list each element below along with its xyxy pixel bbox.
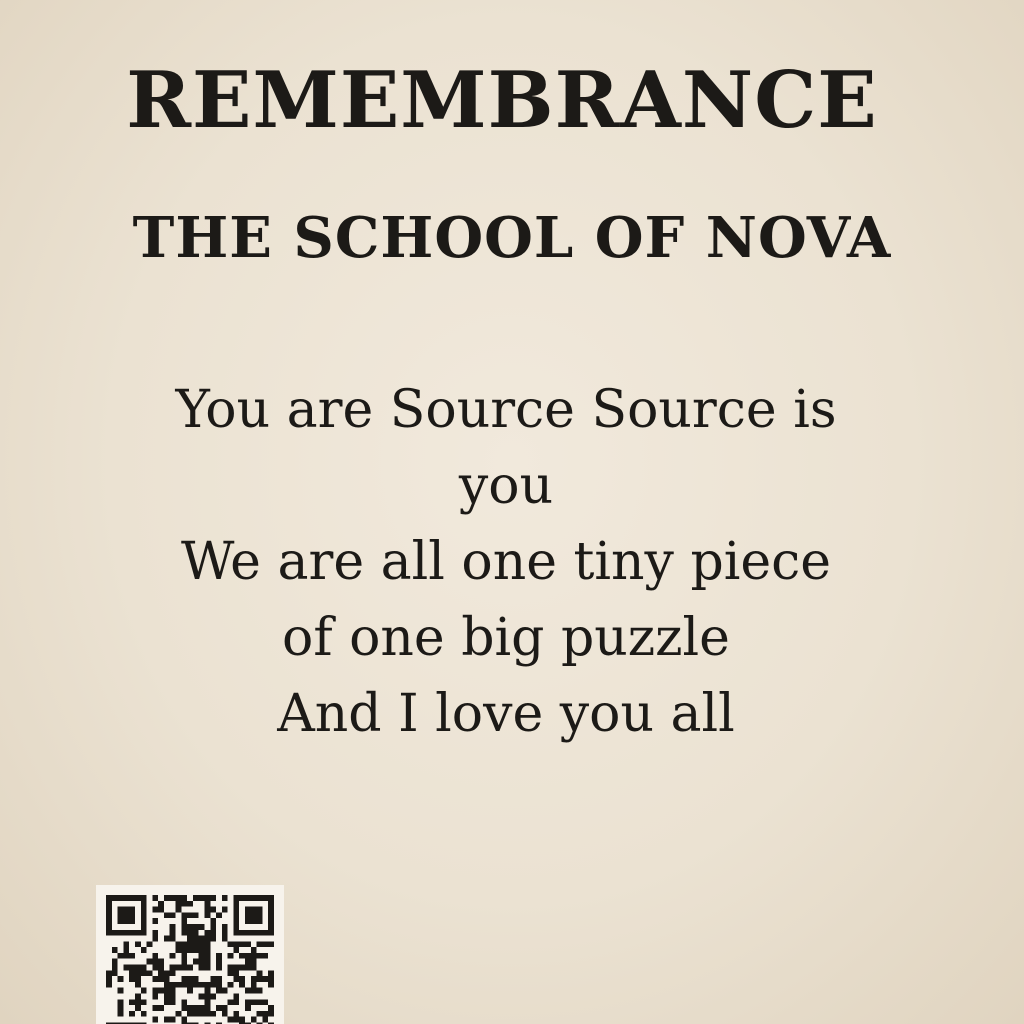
poster-subtitle: THE SCHOOL OF NOVA <box>132 205 892 271</box>
poem-line: We are all one tiny piece <box>180 532 832 592</box>
poem-line: of one big puzzle <box>282 608 730 668</box>
poem-text: You are Source Source is you We are all … <box>0 372 1024 752</box>
poster-title: REMEMBRANCE <box>126 55 878 146</box>
qr-code-graphic <box>106 895 274 1024</box>
poem-line: you <box>458 456 554 516</box>
qr-code-icon[interactable] <box>96 885 284 1024</box>
poem-line: You are Source Source is <box>175 380 837 440</box>
poster-page: REMEMBRANCE THE SCHOOL OF NOVA You are S… <box>0 0 1024 1024</box>
poem-line: And I love you all <box>277 684 735 744</box>
